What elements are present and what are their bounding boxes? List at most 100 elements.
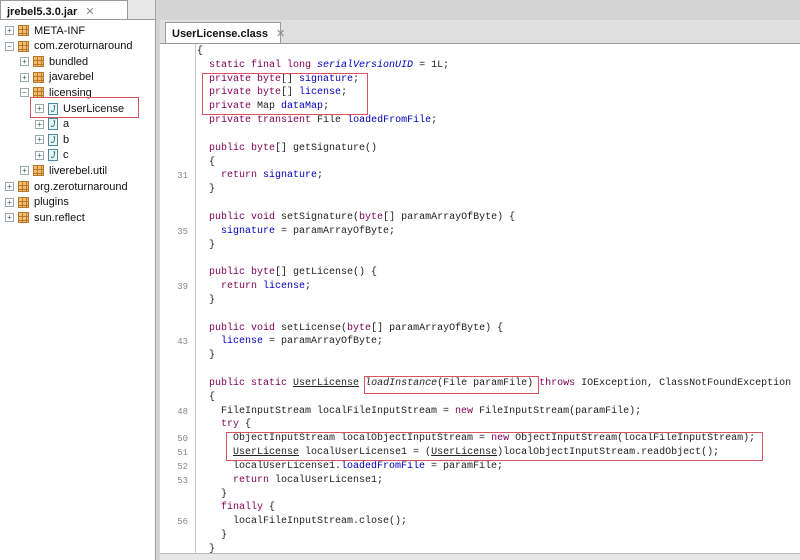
code-line: public static UserLicense loadInstance(F…: [197, 377, 791, 391]
tree-node-com-zeroturnaround[interactable]: − com.zeroturnaround: [5, 39, 132, 54]
expand-icon[interactable]: +: [20, 72, 29, 82]
tree-node-userlicense[interactable]: + J UserLicense: [35, 101, 124, 116]
line-number: 43: [177, 337, 188, 348]
tree-node-sun-reflect[interactable]: + sun.reflect: [5, 210, 85, 225]
tree-node-a[interactable]: + Ja: [35, 117, 69, 132]
line-number: 51: [177, 448, 188, 459]
code-token: signature: [299, 73, 354, 85]
horizontal-scrollbar[interactable]: [160, 553, 800, 560]
expand-icon[interactable]: +: [35, 150, 44, 160]
package-icon: [18, 181, 29, 192]
code-token: byte: [359, 211, 384, 223]
class-file-icon: J: [48, 133, 58, 146]
tree-node-plugins[interactable]: + plugins: [5, 195, 69, 210]
code-line: return signature;: [197, 169, 323, 183]
tree-node-label: com.zeroturnaround: [34, 40, 133, 53]
tree-node-b[interactable]: + Jb: [35, 132, 69, 147]
tree-node-label: META-INF: [34, 24, 86, 37]
code-token: private transient: [209, 115, 318, 127]
code-token: IOException, ClassNotFoundException: [581, 377, 792, 389]
expand-icon[interactable]: +: [20, 57, 29, 67]
code-line: return license;: [197, 280, 311, 294]
code-line: static final long serialVersionUID = 1L;: [197, 59, 449, 73]
tree-node-c[interactable]: + Jc: [35, 148, 69, 163]
code-token: public void: [209, 322, 282, 334]
expand-icon[interactable]: +: [20, 166, 29, 176]
code-line: }: [197, 349, 215, 363]
code-line: private byte[] license;: [197, 86, 347, 100]
expand-icon[interactable]: +: [5, 26, 14, 35]
close-icon[interactable]: ✕: [276, 28, 285, 40]
collapse-icon[interactable]: −: [20, 88, 29, 98]
close-icon[interactable]: ✕: [85, 6, 94, 18]
code-line: license = paramArrayOfByte;: [197, 335, 383, 349]
code-token: {: [245, 419, 252, 431]
code-token: [] paramArrayOfByte) {: [371, 322, 504, 334]
code-token: signature: [221, 225, 276, 237]
code-token: [] getSignature(): [275, 142, 378, 154]
package-icon: [33, 87, 44, 99]
expand-icon[interactable]: +: [5, 182, 14, 191]
code-token: throws: [539, 377, 582, 389]
expand-icon[interactable]: +: [5, 213, 14, 223]
code-token: [] getLicense() {: [275, 267, 378, 279]
package-tree: + META-INF − com.zeroturnaround + bundled + jav…: [0, 19, 155, 560]
tree-node-liverebel-util[interactable]: + liverebel.util: [20, 163, 107, 178]
code-token: Map: [257, 101, 282, 113]
code-token: setLicense(: [281, 322, 348, 334]
code-token: File: [317, 115, 348, 127]
expand-icon[interactable]: +: [35, 119, 44, 129]
line-number: 39: [177, 282, 188, 293]
code-token: license: [263, 281, 306, 293]
class-file-icon: J: [48, 118, 58, 131]
expand-icon[interactable]: +: [5, 197, 14, 207]
code-token: new: [455, 405, 480, 417]
tree-node-javarebel[interactable]: + javarebel: [20, 70, 94, 85]
code-line: return localUserLicense1;: [197, 474, 383, 488]
code-token: = 1L;: [413, 59, 450, 71]
code-token: ;: [353, 73, 360, 85]
code-token: loadInstance: [365, 377, 438, 389]
code-token: }: [197, 488, 228, 500]
tree-node-meta-inf[interactable]: + META-INF: [5, 23, 85, 38]
package-icon: [33, 71, 44, 83]
code-line: public void setSignature(byte[] paramArr…: [197, 211, 515, 225]
class-file-icon: J: [48, 102, 58, 115]
tree-node-label: b: [63, 133, 70, 146]
tree-node-licensing[interactable]: − licensing: [20, 85, 92, 100]
code-token: dataMap: [281, 101, 324, 113]
tree-node-bundled[interactable]: + bundled: [20, 54, 88, 69]
code-line: {: [197, 156, 215, 170]
line-number: 35: [177, 226, 188, 237]
code-token: UserLicense: [431, 447, 498, 459]
code-token: localUserLicense1 = (: [299, 447, 432, 459]
code-token: {: [197, 391, 216, 403]
tree-node-org-zeroturnaround[interactable]: + org.zeroturnaround: [5, 179, 128, 194]
code-token: }: [197, 184, 216, 196]
code-token: (File paramFile): [437, 377, 540, 389]
tab-jar-file[interactable]: jrebel5.3.0.jar ✕: [0, 0, 128, 21]
collapse-icon[interactable]: −: [5, 41, 14, 51]
expand-icon[interactable]: +: [35, 135, 44, 145]
code-token: localUserLicense1.: [197, 460, 342, 472]
tree-node-label: javarebel: [49, 71, 94, 84]
code-token: = paramFile;: [425, 460, 504, 472]
expand-icon[interactable]: +: [35, 104, 44, 113]
code-line: public byte[] getSignature(): [197, 142, 377, 156]
code-token: private: [209, 101, 258, 113]
code-token: setSignature(: [281, 211, 360, 223]
tree-node-label: plugins: [34, 196, 69, 209]
tree-node-label: licensing: [49, 86, 92, 99]
line-number: 50: [177, 434, 188, 445]
tree-node-label: liverebel.util: [49, 164, 108, 177]
tab-userlicense-class[interactable]: UserLicense.class ✕: [165, 22, 285, 43]
